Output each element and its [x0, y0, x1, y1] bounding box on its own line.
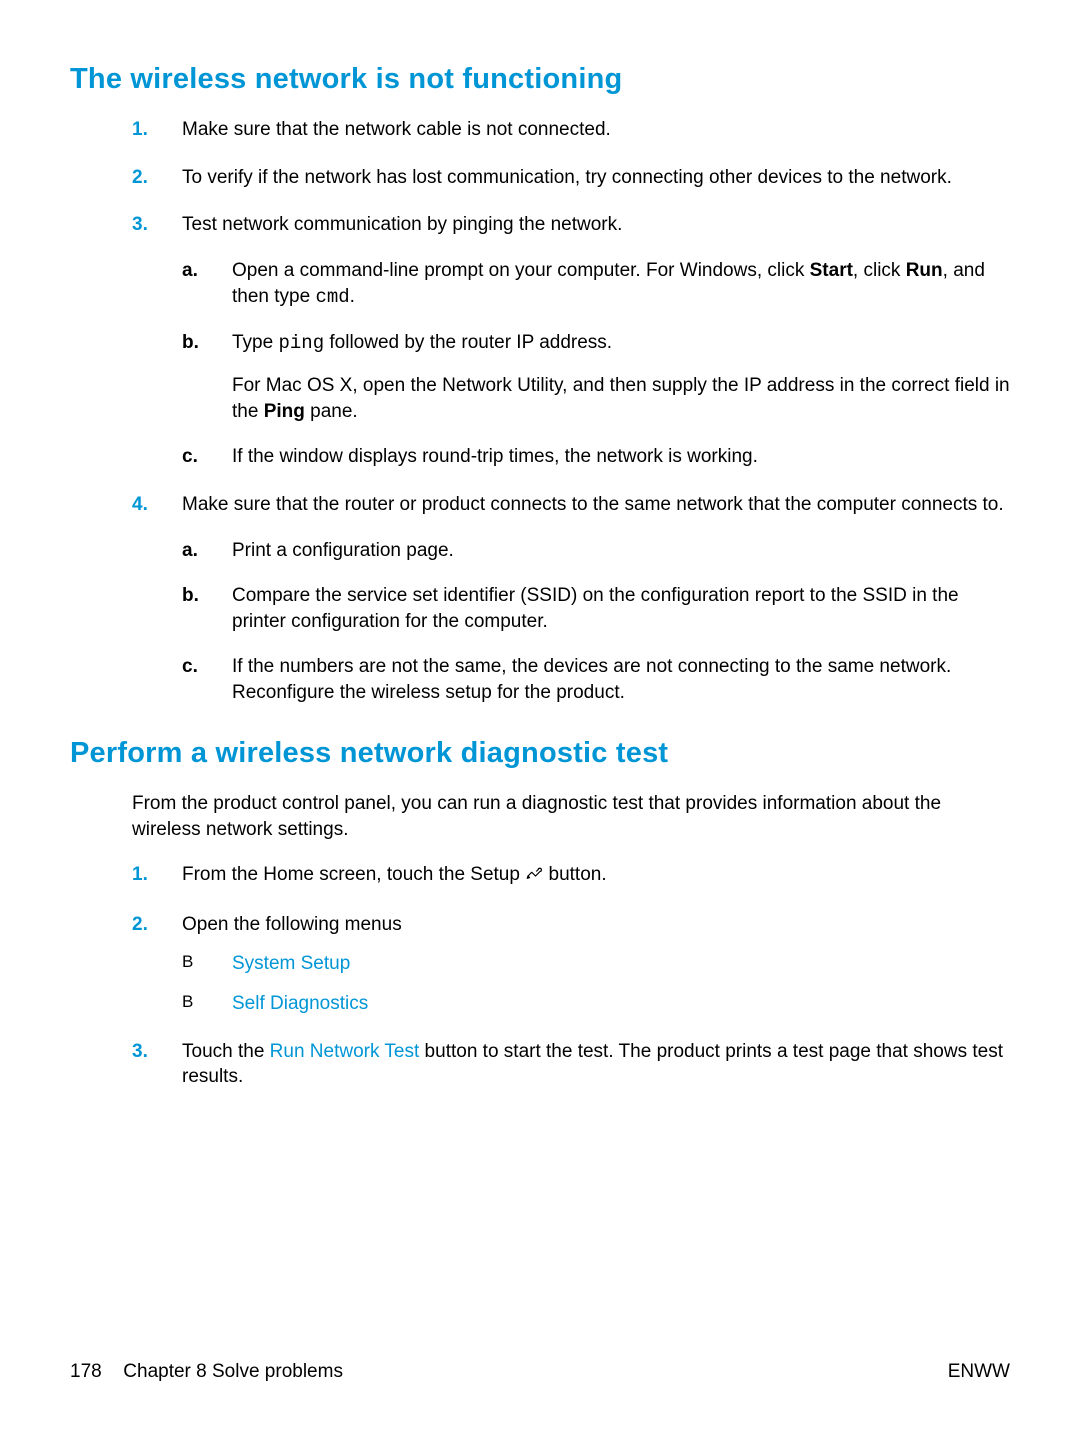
list-marker: c.: [182, 444, 198, 470]
list-item: 1. Make sure that the network cable is n…: [132, 117, 1010, 143]
list-section2: 1. From the Home screen, touch the Setup…: [132, 862, 1010, 1090]
page-number: 178: [70, 1359, 118, 1385]
list-item: b. Compare the service set identifier (S…: [182, 583, 1010, 634]
list-marker: 1.: [132, 862, 148, 888]
list-text: To verify if the network has lost commun…: [182, 167, 952, 188]
list-item: B System Setup: [182, 951, 1010, 977]
bold-ping-pane: Ping: [264, 401, 305, 422]
list-marker: c.: [182, 654, 198, 680]
list-text: If the window displays round-trip times,…: [232, 446, 758, 467]
list-marker: 1.: [132, 117, 148, 143]
intro-paragraph: From the product control panel, you can …: [132, 791, 1010, 842]
list-marker: b.: [182, 583, 199, 609]
sublist: a. Print a configuration page. b. Compar…: [182, 538, 1010, 706]
list-section1: 1. Make sure that the network cable is n…: [132, 117, 1010, 706]
list-text: From the Home screen, touch the Setup bu…: [182, 864, 607, 885]
list-item: c. If the numbers are not the same, the …: [182, 654, 1010, 705]
menu-bullets: B System Setup B Self Diagnostics: [182, 951, 1010, 1016]
setup-icon: [525, 864, 543, 890]
list-marker: 4.: [132, 492, 148, 518]
list-text: Compare the service set identifier (SSID…: [232, 585, 959, 632]
list-item: 3. Test network communication by pinging…: [132, 212, 1010, 469]
list-text: Open the following menus: [182, 914, 402, 935]
list-text: Touch the Run Network Test button to sta…: [182, 1041, 1003, 1088]
list-item: b. Type ping followed by the router IP a…: [182, 330, 1010, 424]
heading-wireless-not-functioning: The wireless network is not functioning: [70, 60, 1010, 99]
list-text: Test network communication by pinging th…: [182, 214, 622, 235]
menu-run-network-test: Run Network Test: [270, 1041, 420, 1062]
list-marker: 2.: [132, 165, 148, 191]
list-text: If the numbers are not the same, the dev…: [232, 656, 951, 703]
sublist: a. Open a command-line prompt on your co…: [182, 258, 1010, 470]
list-text: Make sure that the router or product con…: [182, 494, 1004, 515]
paragraph: For Mac OS X, open the Network Utility, …: [232, 373, 1010, 424]
list-marker: 2.: [132, 912, 148, 938]
list-item: a. Open a command-line prompt on your co…: [182, 258, 1010, 310]
bullet-marker: B: [182, 951, 193, 974]
list-marker: a.: [182, 258, 198, 284]
list-text: Open a command-line prompt on your compu…: [232, 260, 985, 307]
bold-run: Run: [906, 260, 943, 281]
chapter-label: Chapter 8 Solve problems: [123, 1361, 343, 1382]
mono-ping: ping: [278, 332, 324, 354]
bullet-marker: B: [182, 991, 193, 1014]
page: The wireless network is not functioning …: [0, 0, 1080, 1437]
list-item: 2. Open the following menus B System Set…: [132, 912, 1010, 1017]
list-marker: 3.: [132, 212, 148, 238]
list-item: 3. Touch the Run Network Test button to …: [132, 1039, 1010, 1090]
heading-diagnostic-test: Perform a wireless network diagnostic te…: [70, 734, 1010, 773]
list-item: 2. To verify if the network has lost com…: [132, 165, 1010, 191]
list-text: Print a configuration page.: [232, 540, 454, 561]
list-item: 4. Make sure that the router or product …: [132, 492, 1010, 706]
list-item: B Self Diagnostics: [182, 991, 1010, 1017]
menu-system-setup: System Setup: [232, 953, 350, 974]
mono-cmd: cmd: [315, 286, 349, 308]
list-marker: a.: [182, 538, 198, 564]
list-item: a. Print a configuration page.: [182, 538, 1010, 564]
footer-right: ENWW: [948, 1359, 1010, 1385]
menu-self-diagnostics: Self Diagnostics: [232, 993, 368, 1014]
list-marker: b.: [182, 330, 199, 356]
list-marker: 3.: [132, 1039, 148, 1065]
list-text: Make sure that the network cable is not …: [182, 119, 611, 140]
list-item: 1. From the Home screen, touch the Setup…: [132, 862, 1010, 890]
footer-left: 178 Chapter 8 Solve problems: [70, 1359, 343, 1385]
bold-start: Start: [810, 260, 853, 281]
page-footer: 178 Chapter 8 Solve problems ENWW: [70, 1359, 1010, 1385]
list-item: c. If the window displays round-trip tim…: [182, 444, 1010, 470]
list-text: Type ping followed by the router IP addr…: [232, 332, 612, 353]
